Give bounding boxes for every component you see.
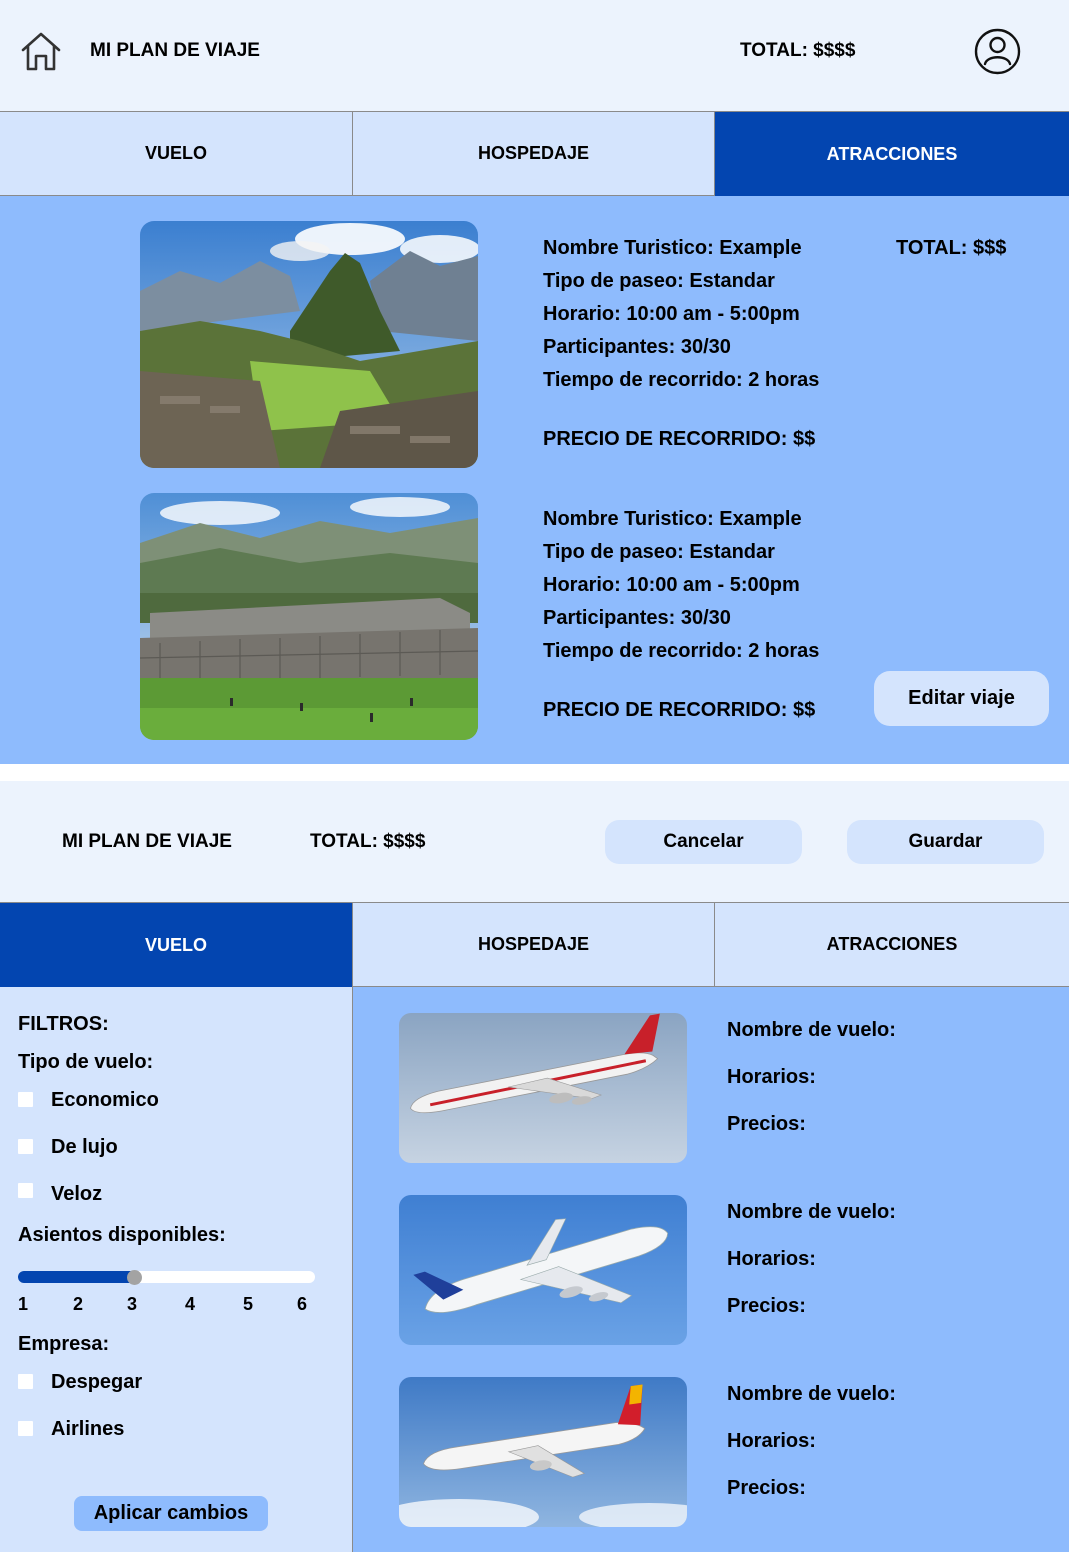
flight-schedule-label: Horarios: (727, 1248, 816, 1270)
attraction-participants: Participantes: 30/30 (543, 336, 731, 358)
slider-tick-label: 4 (185, 1294, 196, 1314)
checkbox-veloz[interactable] (18, 1183, 33, 1198)
attraction-2-info: Nombre Turistico: Example Tipo de paseo:… (543, 503, 819, 727)
checkbox-despegar[interactable] (18, 1374, 33, 1389)
cancel-button[interactable]: Cancelar (605, 820, 802, 864)
trip-total: TOTAL: $$$$ (310, 831, 426, 852)
filters-title: FILTROS: (18, 1013, 109, 1035)
edit-trip-button[interactable]: Editar viaje (874, 671, 1049, 726)
seats-slider-handle[interactable] (127, 1270, 142, 1285)
trip-total: TOTAL: $$$$ (740, 40, 856, 61)
attraction-duration: Tiempo de recorrido: 2 horas (543, 369, 820, 391)
tab-hospedaje[interactable]: HOSPEDAJE (353, 112, 715, 196)
tab-vuelo[interactable]: VUELO (0, 112, 353, 196)
sacsayhuaman-photo (140, 493, 478, 740)
page-title: MI PLAN DE VIAJE (62, 831, 232, 852)
slider-tick-label: 6 (297, 1294, 308, 1314)
option-label: Economico (51, 1089, 159, 1111)
save-button[interactable]: Guardar (847, 820, 1044, 864)
user-avatar-icon[interactable] (974, 28, 1021, 75)
flight-schedule-label: Horarios: (727, 1066, 816, 1088)
machu-picchu-photo (140, 221, 478, 468)
home-icon[interactable] (19, 30, 63, 72)
flight-schedule-label: Horarios: (727, 1430, 816, 1452)
iberia-a320-photo (399, 1377, 687, 1527)
tab-hospedaje[interactable]: HOSPEDAJE (353, 903, 715, 987)
page-title: MI PLAN DE VIAJE (90, 40, 260, 61)
airbus-a380-photo (399, 1195, 687, 1345)
attraction-schedule: Horario: 10:00 am - 5:00pm (543, 303, 800, 325)
attraction-name: Nombre Turistico: Example (543, 237, 802, 259)
option-label: Despegar (51, 1371, 143, 1393)
option-label: Veloz (51, 1183, 103, 1205)
tab-atracciones[interactable]: ATRACCIONES (715, 112, 1069, 196)
attraction-type: Tipo de paseo: Estandar (543, 270, 775, 292)
slider-tick-label: 2 (73, 1294, 84, 1314)
flight-name-label: Nombre de vuelo: (727, 1201, 896, 1223)
attraction-1-info: Nombre Turistico: Example Tipo de paseo:… (543, 232, 819, 456)
tab-atracciones[interactable]: ATRACCIONES (715, 903, 1069, 987)
company-label: Empresa: (18, 1333, 110, 1355)
attraction-schedule: Horario: 10:00 am - 5:00pm (543, 574, 800, 596)
attraction-type: Tipo de paseo: Estandar (543, 541, 775, 563)
option-label: De lujo (51, 1136, 118, 1158)
attractions-total: TOTAL: $$$ (896, 237, 1007, 259)
flight-type-label: Tipo de vuelo: (18, 1051, 154, 1073)
checkbox-economico[interactable] (18, 1092, 33, 1107)
checkbox-de-lujo[interactable] (18, 1139, 33, 1154)
tab-bar: VUELO HOSPEDAJE ATRACCIONES (0, 903, 1069, 987)
slider-tick-label: 5 (243, 1294, 254, 1314)
screen-divider (0, 764, 1069, 781)
tab-vuelo[interactable]: VUELO (0, 903, 353, 987)
apply-filters-button[interactable]: Aplicar cambios (74, 1496, 268, 1531)
attraction-name: Nombre Turistico: Example (543, 508, 802, 530)
seats-label: Asientos disponibles: (18, 1224, 226, 1246)
attraction-price: PRECIO DE RECORRIDO: $$ (543, 699, 816, 721)
slider-tick-label: 3 (127, 1294, 138, 1314)
slider-tick-label: 1 (18, 1294, 29, 1314)
flight-price-label: Precios: (727, 1295, 806, 1317)
air-india-747-photo (399, 1013, 687, 1163)
flight-price-label: Precios: (727, 1113, 806, 1135)
attraction-duration: Tiempo de recorrido: 2 horas (543, 640, 820, 662)
option-label: Airlines (51, 1418, 125, 1440)
checkbox-airlines[interactable] (18, 1421, 33, 1436)
flight-name-label: Nombre de vuelo: (727, 1019, 896, 1041)
tab-bar: VUELO HOSPEDAJE ATRACCIONES (0, 112, 1069, 196)
attraction-price: PRECIO DE RECORRIDO: $$ (543, 428, 816, 450)
flight-name-label: Nombre de vuelo: (727, 1383, 896, 1405)
flight-price-label: Precios: (727, 1477, 806, 1499)
attraction-participants: Participantes: 30/30 (543, 607, 731, 629)
seats-slider-fill (18, 1271, 135, 1283)
